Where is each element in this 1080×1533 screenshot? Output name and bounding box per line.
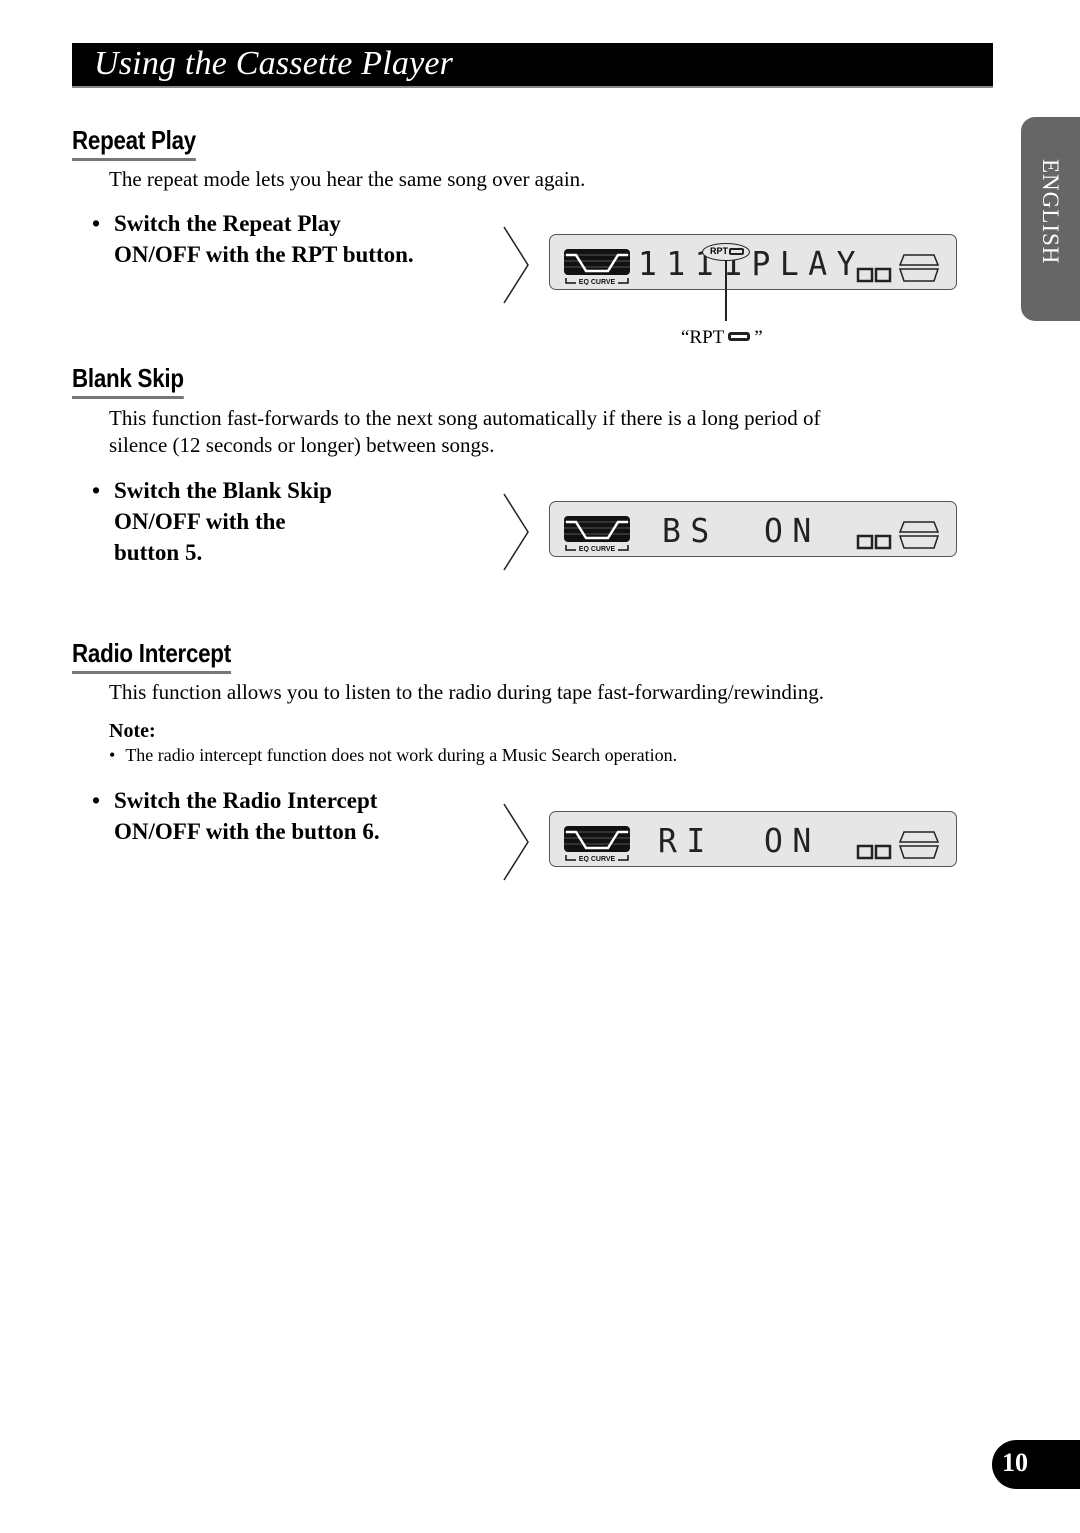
page-header: Using the Cassette Player — [72, 43, 993, 88]
lcd-text-right: ON — [764, 821, 821, 860]
arrow-icon — [503, 226, 529, 304]
cassette-icon — [856, 521, 940, 550]
svg-text:EQ CURVE: EQ CURVE — [579, 856, 616, 862]
repeat-play-step: • Switch the Repeat Play ON/OFF with the… — [92, 208, 414, 270]
eq-curve-icon: EQ CURVE — [564, 249, 630, 285]
cassette-icon — [856, 254, 940, 283]
eq-curve-icon: EQ CURVE — [564, 826, 630, 862]
page-title: Using the Cassette Player — [94, 45, 454, 82]
rpt-callout: “RPT” — [681, 327, 763, 348]
repeat-loop-icon — [729, 248, 744, 255]
radio-intercept-step: • Switch the Radio Intercept ON/OFF with… — [92, 788, 380, 844]
lcd-text-left: BS — [662, 511, 719, 550]
lcd-display-repeat: EQ CURVE 1111PLAY — [549, 234, 957, 290]
lcd-text-right: ON — [764, 511, 821, 550]
rpt-indicator: RPT — [702, 243, 750, 261]
repeat-play-description: The repeat mode lets you hear the same s… — [109, 167, 586, 191]
note-label: Note: — [109, 720, 156, 742]
heading-radio-intercept: Radio Intercept — [72, 638, 231, 674]
page-number-badge: 10 — [992, 1440, 1080, 1489]
note-item: • The radio intercept function does not w… — [109, 745, 678, 765]
heading-blank-skip: Blank Skip — [72, 363, 184, 399]
page-number: 10 — [1002, 1448, 1028, 1477]
bullet: • — [92, 211, 101, 236]
cassette-icon — [856, 831, 940, 860]
lcd-text-left: RI — [658, 821, 715, 860]
arrow-icon — [503, 803, 529, 881]
svg-text:EQ CURVE: EQ CURVE — [579, 546, 616, 552]
svg-text:EQ CURVE: EQ CURVE — [579, 279, 616, 285]
blank-skip-step: • Switch the Blank Skip ON/OFF with the … — [92, 478, 332, 565]
arrow-icon — [503, 493, 529, 571]
callout-line — [725, 261, 727, 321]
heading-repeat-play: Repeat Play — [72, 125, 196, 161]
blank-skip-description-1: This function fast-forwards to the next … — [109, 406, 821, 430]
radio-intercept-description: This function allows you to listen to th… — [109, 680, 825, 704]
eq-curve-icon: EQ CURVE — [564, 516, 630, 552]
repeat-loop-icon — [728, 332, 751, 341]
lcd-display-blank-skip: EQ CURVE BS ON — [549, 501, 957, 557]
language-tab: ENGLISH — [1021, 117, 1080, 321]
lcd-text: 1111PLAY — [638, 244, 866, 283]
blank-skip-description-2: silence (12 seconds or longer) between s… — [109, 433, 495, 457]
lcd-display-radio-intercept: EQ CURVE RI ON — [549, 811, 957, 867]
language-label: ENGLISH — [1038, 159, 1063, 265]
